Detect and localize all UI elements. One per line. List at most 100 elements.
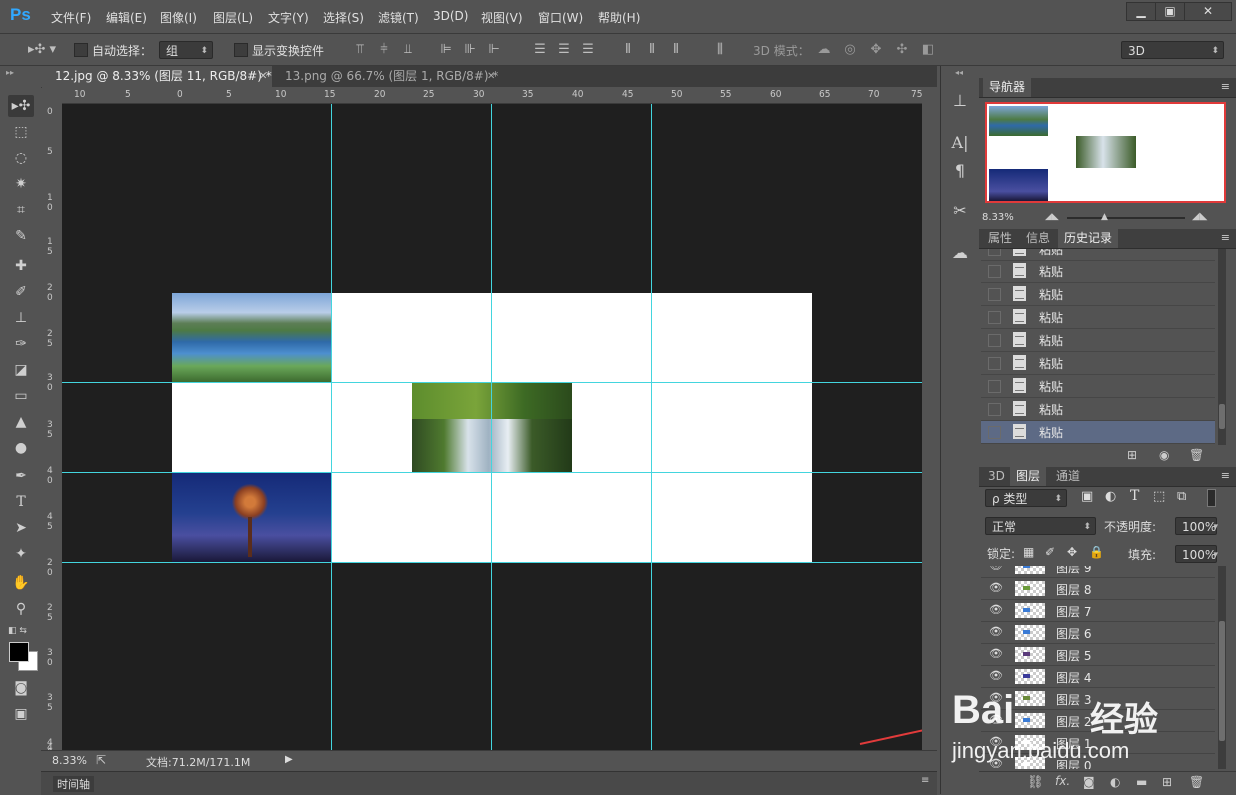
align-top-icon[interactable]: ⫪: [352, 42, 368, 58]
distribute-left-icon[interactable]: ⫴: [620, 42, 636, 58]
blur-tool-icon[interactable]: ▲: [8, 411, 34, 433]
distribute-right-icon[interactable]: ⫴: [668, 42, 684, 58]
align-bottom-icon[interactable]: ⫫: [400, 42, 416, 58]
layer-row[interactable]: 👁 图层 8: [981, 577, 1215, 600]
close-tab-icon[interactable]: ✕: [259, 66, 267, 87]
new-group-icon[interactable]: ▬: [1136, 775, 1147, 789]
clone-stamp-tool-icon[interactable]: ⊥: [8, 307, 34, 329]
tab-history[interactable]: 历史记录: [1058, 229, 1119, 248]
menu-edit[interactable]: 编辑(E): [106, 9, 147, 26]
auto-select-checkbox[interactable]: [74, 43, 88, 57]
align-right-icon[interactable]: ⊩: [486, 42, 502, 58]
move-tool-icon[interactable]: ▸✣: [8, 95, 34, 117]
stamp-panel-icon[interactable]: ⊥: [949, 90, 971, 112]
eraser-tool-icon[interactable]: ◪: [8, 359, 34, 381]
marquee-tool-icon[interactable]: ⬚: [8, 121, 34, 143]
filter-type-icon[interactable]: T: [1130, 488, 1139, 504]
layer-row[interactable]: 👁 图层 5: [981, 643, 1215, 666]
layer-filter-dropdown[interactable]: ρ 类型 ⬍: [985, 489, 1067, 507]
history-scrollbar[interactable]: [1218, 249, 1226, 445]
panel-menu-icon[interactable]: ≡: [1221, 231, 1230, 244]
character-panel-icon[interactable]: A|: [949, 132, 971, 154]
panel-menu-icon[interactable]: ≡: [1221, 80, 1230, 93]
dodge-tool-icon[interactable]: ●: [8, 437, 34, 459]
zoom-slider-handle[interactable]: ▲: [1101, 212, 1108, 222]
layer-style-icon[interactable]: fx.: [1055, 774, 1070, 788]
tab-info[interactable]: 信息: [1020, 229, 1056, 248]
zoom-slider[interactable]: [1067, 217, 1185, 219]
adjustment-layer-icon[interactable]: ◐: [1110, 775, 1120, 789]
auto-select-dropdown[interactable]: 组 ⬍: [159, 41, 213, 59]
menu-3d[interactable]: 3D(D): [433, 9, 468, 23]
3d-drag-icon[interactable]: ✥: [868, 42, 884, 58]
quick-mask-icon[interactable]: ◙: [8, 677, 34, 699]
history-brush-tool-icon[interactable]: ✑: [8, 333, 34, 355]
lock-transparent-icon[interactable]: ▦: [1023, 545, 1034, 559]
visibility-eye-icon[interactable]: 👁: [989, 603, 1003, 617]
filter-shape-icon[interactable]: ⬚: [1153, 489, 1165, 504]
new-layer-icon[interactable]: ⊞: [1162, 775, 1172, 789]
menu-layer[interactable]: 图层(L): [213, 9, 253, 26]
history-item[interactable]: 粘贴: [981, 329, 1215, 352]
menu-image[interactable]: 图像(I): [160, 9, 197, 26]
add-mask-icon[interactable]: ◙: [1083, 775, 1095, 789]
menu-file[interactable]: 文件(F): [51, 9, 91, 26]
history-item[interactable]: 粘贴: [981, 375, 1215, 398]
tab-13-png[interactable]: 13.png @ 66.7% (图层 1, RGB/8#) * ✕: [271, 66, 503, 87]
menu-window[interactable]: 窗口(W): [538, 9, 583, 26]
distribute-vcenter-icon[interactable]: ☰: [556, 42, 572, 58]
brush-tool-icon[interactable]: ✐: [8, 281, 34, 303]
navigator-zoom[interactable]: 8.33%: [982, 212, 1014, 223]
menu-filter[interactable]: 滤镜(T): [378, 9, 419, 26]
filter-adjustment-icon[interactable]: ◐: [1105, 489, 1116, 504]
tool-presets-icon[interactable]: ✂: [949, 200, 971, 222]
maximize-button[interactable]: ▣: [1155, 2, 1185, 21]
trash-icon[interactable]: 🗑: [1189, 448, 1204, 462]
visibility-eye-icon[interactable]: 👁: [989, 566, 1003, 573]
collapse-tools-icon[interactable]: ▸▸: [6, 68, 14, 77]
navigator-preview[interactable]: [985, 102, 1226, 203]
filter-toggle[interactable]: [1207, 489, 1216, 507]
tab-navigator[interactable]: 导航器: [983, 78, 1032, 97]
workspace-dropdown[interactable]: 3D ⬍: [1121, 41, 1224, 59]
default-colors-icon[interactable]: ◧ ⇆: [8, 626, 27, 636]
tab-channels[interactable]: 通道: [1050, 467, 1086, 486]
custom-shape-tool-icon[interactable]: ✦: [8, 543, 34, 565]
zoom-tool-icon[interactable]: ⚲: [8, 598, 34, 620]
auto-align-icon[interactable]: ⫼: [712, 42, 728, 58]
3d-rotate-icon[interactable]: ☁: [816, 42, 832, 58]
distribute-bottom-icon[interactable]: ☰: [580, 42, 596, 58]
panel-menu-icon[interactable]: ≡: [921, 775, 929, 786]
export-icon[interactable]: ⇱: [96, 753, 106, 767]
panel-menu-icon[interactable]: ≡: [1221, 469, 1230, 482]
lock-image-icon[interactable]: ✐: [1045, 545, 1055, 559]
history-item[interactable]: 粘贴: [981, 283, 1215, 306]
visibility-eye-icon[interactable]: 👁: [989, 669, 1003, 683]
history-item-current[interactable]: 粘贴: [981, 421, 1215, 444]
visibility-eye-icon[interactable]: 👁: [989, 581, 1003, 595]
align-left-icon[interactable]: ⊫: [438, 42, 454, 58]
crop-tool-icon[interactable]: ⌗: [8, 199, 34, 221]
history-item[interactable]: 粘贴: [981, 398, 1215, 421]
screen-mode-icon[interactable]: ▣: [8, 703, 34, 725]
opacity-input[interactable]: 100% ▾: [1175, 517, 1218, 535]
close-tab-icon[interactable]: ✕: [487, 66, 495, 87]
tab-12-jpg[interactable]: 12.jpg @ 8.33% (图层 11, RGB/8#) * ✕: [41, 66, 272, 87]
zoom-level[interactable]: 8.33%: [52, 754, 87, 767]
creative-cloud-icon[interactable]: ☁: [949, 242, 971, 264]
show-transform-checkbox[interactable]: [234, 43, 248, 57]
close-button[interactable]: ✕: [1184, 2, 1232, 21]
lock-position-icon[interactable]: ✥: [1067, 545, 1077, 559]
link-layers-icon[interactable]: ⛓: [1027, 775, 1044, 790]
minimize-button[interactable]: ▁: [1126, 2, 1156, 21]
zoom-in-icon[interactable]: ◢◣: [1192, 211, 1207, 222]
3d-roll-icon[interactable]: ◎: [842, 42, 858, 58]
menu-select[interactable]: 选择(S): [323, 9, 364, 26]
pen-tool-icon[interactable]: ✒: [8, 465, 34, 487]
menu-help[interactable]: 帮助(H): [598, 9, 640, 26]
history-item[interactable]: 粘贴: [981, 352, 1215, 375]
menu-type[interactable]: 文字(Y): [268, 9, 309, 26]
lasso-tool-icon[interactable]: ◌: [8, 147, 34, 169]
snapshot-icon[interactable]: ◉: [1159, 448, 1169, 462]
eyedropper-tool-icon[interactable]: ✎: [8, 225, 34, 247]
